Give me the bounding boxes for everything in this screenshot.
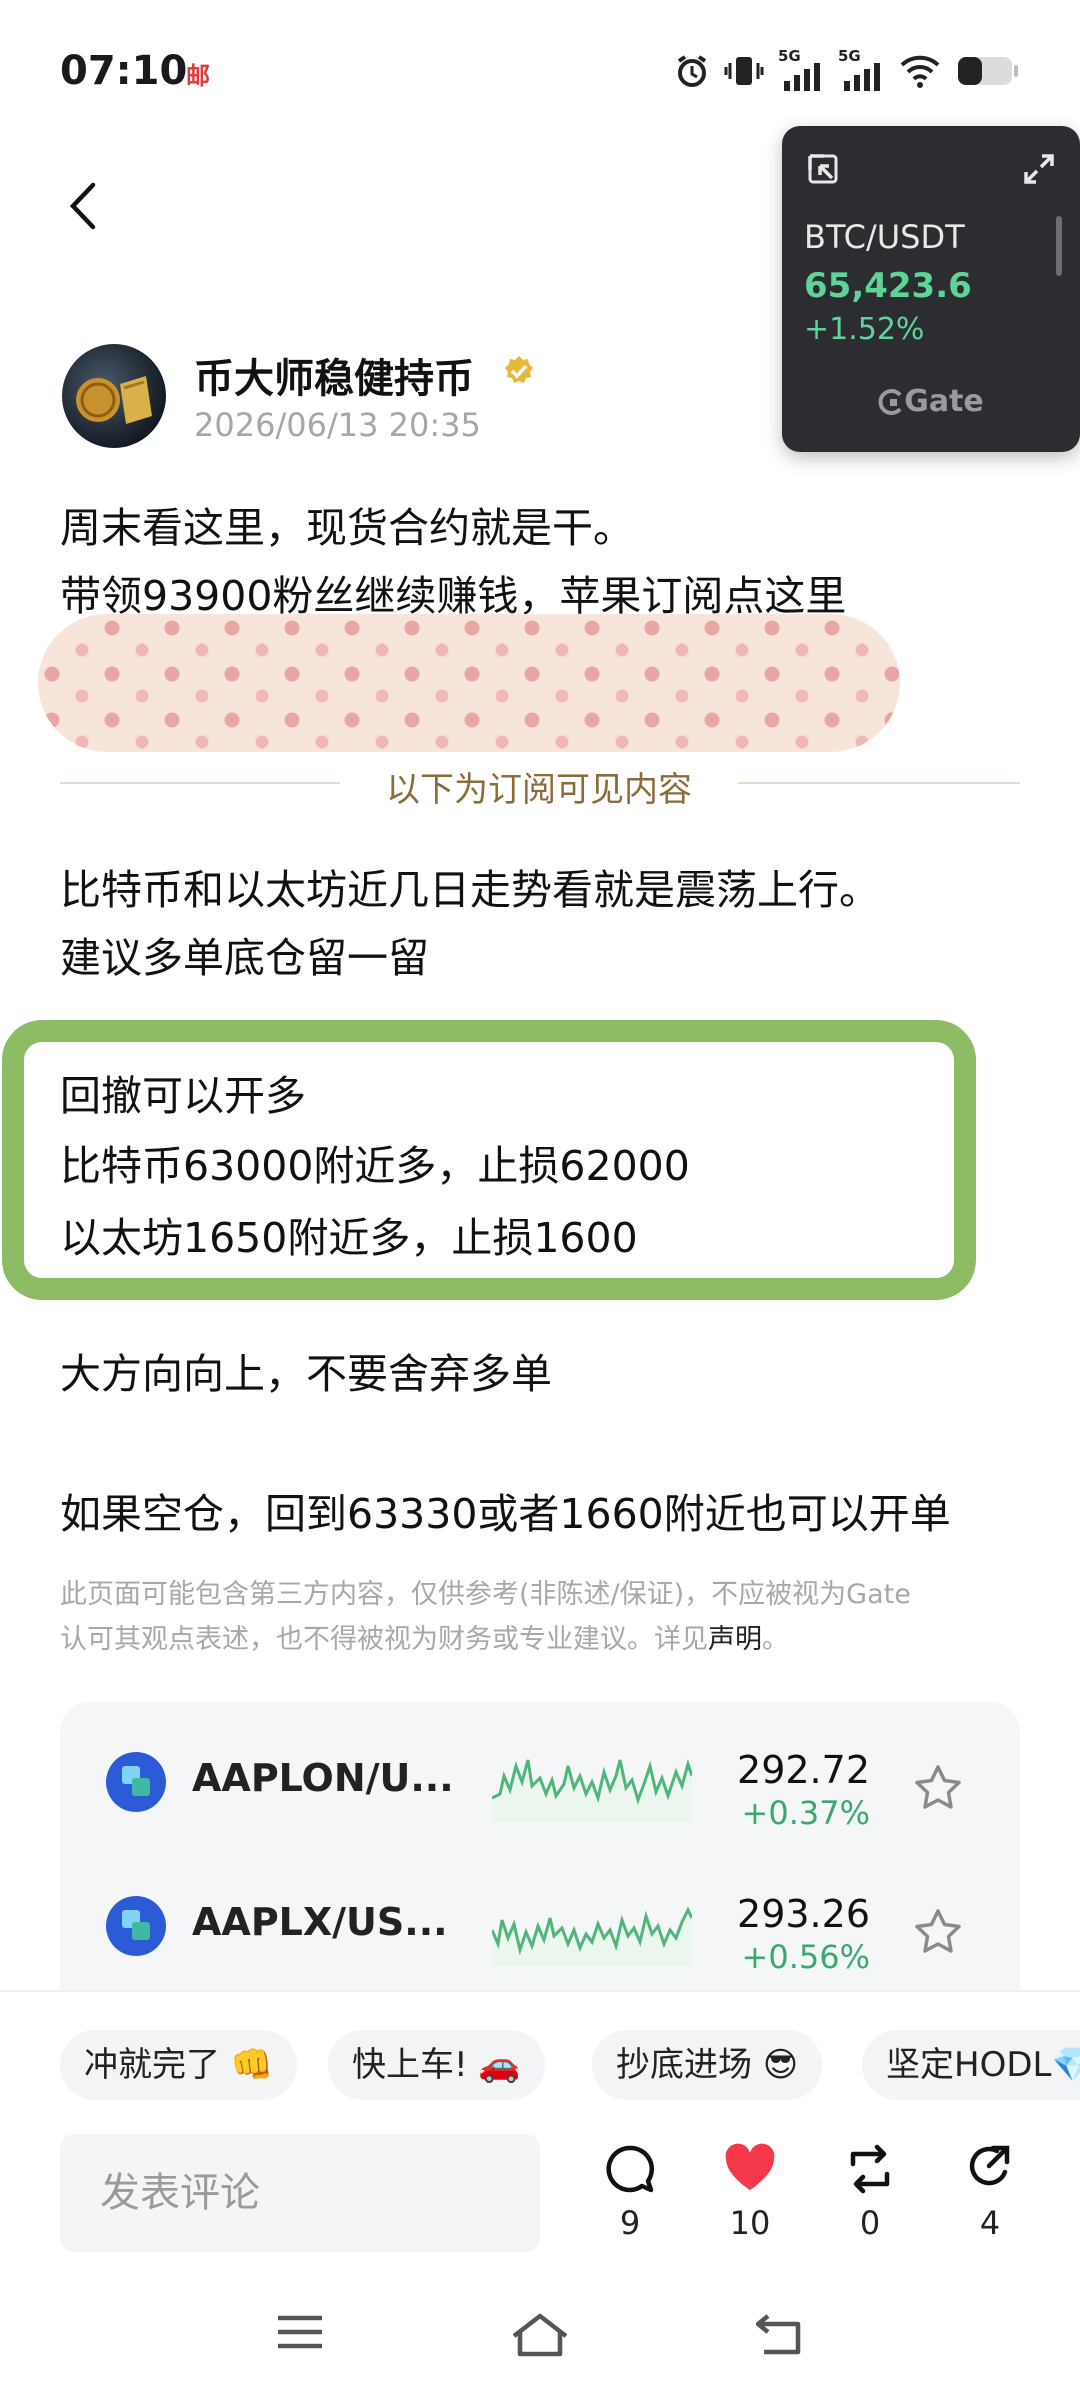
- divider-left: [60, 782, 340, 784]
- gate-logo-icon: [878, 389, 902, 415]
- author-name[interactable]: 币大师稳健持币: [194, 346, 474, 404]
- author-avatar[interactable]: [62, 344, 166, 448]
- quick-reply-chip[interactable]: 坚定HODL💎: [862, 2030, 1080, 2100]
- status-icons: 5G 5G: [674, 46, 1020, 96]
- ticker-price: 65,423.6: [804, 266, 972, 306]
- back-nav-icon[interactable]: [756, 2312, 804, 2356]
- floating-ticker-widget[interactable]: BTC/USDT 65,423.6 +1.52% Gate: [782, 126, 1080, 452]
- market-price: 293.26: [737, 1892, 870, 1936]
- comment-bubble-icon: [606, 2145, 654, 2193]
- body-line-2: 建议多单底仓留一留: [60, 934, 429, 982]
- token-icon: [106, 1896, 166, 1956]
- expand-icon[interactable]: [1022, 152, 1056, 186]
- divider-right: [738, 782, 1020, 784]
- market-symbol: AAPLX/US...: [192, 1900, 448, 1944]
- verified-badge-icon: [505, 356, 533, 383]
- disclaimer-link[interactable]: 声明: [708, 1624, 762, 1655]
- subscriber-content-label: 以下为订阅可见内容: [386, 770, 692, 810]
- after-line-2: 如果空仓，回到63330或者1660附近也可以开单: [60, 1490, 951, 1538]
- ticker-pair: BTC/USDT: [804, 218, 965, 256]
- share-count: 4: [979, 2204, 1001, 2242]
- favorite-star-icon[interactable]: [912, 1906, 964, 1958]
- notification-app-icon: 邮: [186, 62, 210, 90]
- comment-action[interactable]: 9: [590, 2142, 670, 2242]
- market-symbol: AAPLON/U...: [192, 1756, 454, 1800]
- minimize-window-icon[interactable]: [806, 152, 840, 186]
- comment-count: 9: [619, 2204, 641, 2242]
- back-button[interactable]: [52, 176, 112, 236]
- ticker-scroll-indicator: [1056, 216, 1062, 276]
- disclaimer: 此页面可能包含第三方内容，仅供参考(非陈述/保证)，不应被视为Gate 认可其观…: [60, 1572, 1020, 1662]
- quick-reply-chip[interactable]: 冲就完了 👊: [60, 2030, 298, 2100]
- market-price: 292.72: [737, 1748, 870, 1792]
- repost-icon: [850, 2144, 890, 2194]
- disclaimer-line-1: 此页面可能包含第三方内容，仅供参考(非陈述/保证)，不应被视为Gate: [60, 1579, 911, 1610]
- repost-count: 0: [859, 2204, 881, 2242]
- alarm-icon: [677, 55, 707, 87]
- quick-reply-chip[interactable]: 抄底进场 😎: [592, 2030, 823, 2100]
- market-change: +0.56%: [741, 1938, 870, 1976]
- vibrate-icon: [724, 57, 764, 85]
- intro-line-2[interactable]: 带领93900粉丝继续赚钱，苹果订阅点这里: [60, 562, 846, 622]
- disclaimer-tail: 。: [762, 1624, 789, 1655]
- repost-action[interactable]: 0: [830, 2142, 910, 2242]
- market-change: +0.37%: [741, 1794, 870, 1832]
- highlight-line-2: 比特币63000附近多，止损62000: [60, 1142, 690, 1190]
- signal-5g-1-icon: 5G: [778, 47, 824, 91]
- token-icon: [106, 1752, 166, 1812]
- sparkline-chart: [492, 1906, 692, 1966]
- share-action[interactable]: 4: [950, 2142, 1030, 2242]
- home-icon[interactable]: [510, 2312, 570, 2358]
- status-time: 07:10: [60, 48, 188, 94]
- quick-reply-chip[interactable]: 快上车! 🚗: [328, 2030, 545, 2100]
- menu-icon[interactable]: [276, 2312, 324, 2352]
- ticker-change: +1.52%: [804, 312, 925, 347]
- highlight-line-1: 回撤可以开多: [60, 1072, 306, 1120]
- signal-5g-2-icon: 5G: [838, 47, 884, 91]
- heart-icon: [725, 2143, 775, 2190]
- intro-line-1: 周末看这里，现货合约就是干。: [60, 504, 634, 552]
- comment-input[interactable]: [60, 2134, 540, 2252]
- chevron-left-icon: [69, 182, 96, 230]
- market-row[interactable]: AAPLON/U... 292.72 +0.37%: [60, 1702, 1020, 1842]
- wifi-icon: [900, 55, 940, 88]
- sparkline-chart: [492, 1758, 692, 1822]
- battery-icon: [958, 57, 1018, 85]
- favorite-star-icon[interactable]: [912, 1762, 964, 1814]
- like-action[interactable]: 10: [710, 2142, 790, 2242]
- body-line-1: 比特币和以太坊近几日走势看就是震荡上行。: [60, 866, 880, 914]
- after-line-1: 大方向向上，不要舍弃多单: [60, 1350, 552, 1398]
- highlight-line-3: 以太坊1650附近多，止损1600: [60, 1214, 638, 1262]
- post-date: 2026/06/13 20:35: [194, 406, 481, 444]
- market-row[interactable]: AAPLX/US... 293.26 +0.56%: [60, 1846, 1020, 1986]
- gate-logo: Gate: [782, 384, 1080, 419]
- blurred-subscribe-banner[interactable]: [38, 614, 900, 752]
- disclaimer-line-2: 认可其观点表述，也不得被视为财务或专业建议。详见: [60, 1624, 708, 1655]
- like-count: 10: [729, 2204, 771, 2242]
- share-icon: [969, 2145, 1010, 2186]
